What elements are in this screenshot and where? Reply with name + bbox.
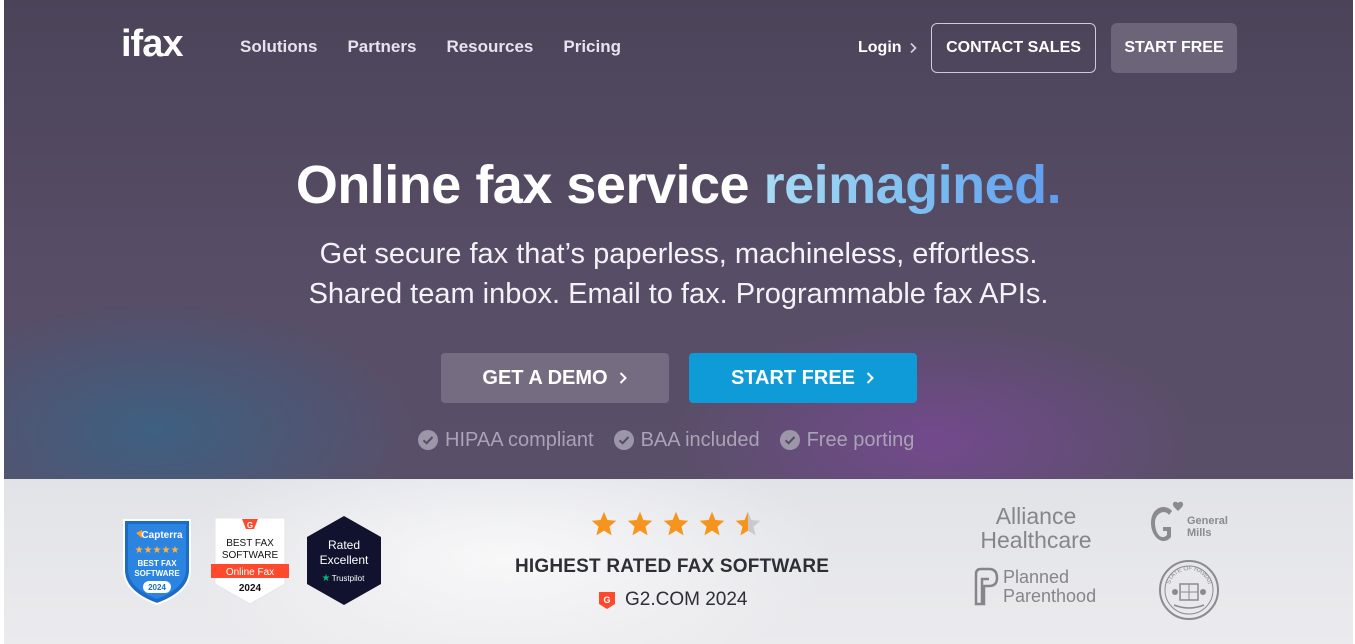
g2-logo-icon: G bbox=[599, 592, 615, 609]
star-icon bbox=[591, 511, 617, 536]
ifax-logo[interactable]: ifax bbox=[121, 24, 183, 64]
pp-line1: Planned bbox=[1003, 567, 1069, 587]
main-nav: Solutions Partners Resources Pricing bbox=[240, 36, 621, 58]
capterra-badge: Capterra ★★★★★ BEST FAX SOFTWARE 2024 bbox=[123, 519, 191, 606]
capterra-year: 2024 bbox=[148, 583, 166, 592]
feature-item: Free porting bbox=[779, 428, 915, 452]
nav-solutions[interactable]: Solutions bbox=[240, 36, 317, 58]
g2-line2: SOFTWARE bbox=[222, 550, 279, 561]
headline-main: Online fax service bbox=[295, 155, 750, 215]
highest-rated-label: HIGHEST RATED FAX SOFTWARE bbox=[515, 556, 830, 577]
chevron-right-icon bbox=[866, 372, 874, 384]
feature-list: HIPAA compliant BAA included Free portin… bbox=[418, 428, 914, 452]
feature-label: BAA included bbox=[640, 429, 760, 451]
g2-ribbon: Online Fax bbox=[226, 567, 274, 578]
check-circle-icon bbox=[418, 430, 438, 450]
capterra-stars: ★★★★★ bbox=[135, 545, 180, 556]
g2-line1: BEST FAX bbox=[226, 538, 274, 549]
hero-section: ifax Solutions Partners Resources Pricin… bbox=[4, 0, 1353, 479]
nav-partners[interactable]: Partners bbox=[347, 36, 416, 58]
capterra-line2: SOFTWARE bbox=[134, 569, 180, 578]
check-circle-icon bbox=[779, 430, 800, 450]
start-free-hero-button[interactable]: START FREE bbox=[689, 353, 917, 403]
nav-pricing[interactable]: Pricing bbox=[563, 36, 621, 58]
g2-mark: G bbox=[247, 521, 253, 530]
login-label: Login bbox=[858, 39, 902, 56]
hero-headline: Online fax service reimagined. bbox=[4, 152, 1353, 218]
g2-year: 2024 bbox=[239, 583, 262, 594]
trustpilot-brand: Trustpilot bbox=[332, 574, 365, 583]
star-icon bbox=[663, 511, 689, 536]
feature-item: BAA included bbox=[613, 428, 760, 452]
hero-subline-1: Get secure fax that’s paperless, machine… bbox=[319, 238, 1038, 270]
check-circle-icon bbox=[613, 430, 634, 450]
chevron-right-icon bbox=[619, 372, 627, 384]
pp-line2: Parenthood bbox=[1003, 586, 1096, 606]
feature-label: HIPAA compliant bbox=[445, 429, 594, 451]
g2-source: G G2.COM 2024 bbox=[597, 589, 748, 611]
star-half-icon bbox=[735, 511, 761, 536]
planned-parenthood-logo: Planned Parenthood bbox=[974, 567, 1096, 606]
trustpilot-line1: Rated bbox=[328, 538, 360, 552]
capterra-line1: BEST FAX bbox=[137, 559, 177, 568]
svg-text:G: G bbox=[603, 595, 610, 605]
g2-source-label: G2.COM 2024 bbox=[625, 589, 748, 610]
star-icon bbox=[699, 511, 725, 536]
start-free-nav-button[interactable]: START FREE bbox=[1111, 23, 1237, 73]
state-seal-logo: STATE OF HAWAII bbox=[1159, 560, 1219, 620]
nav-resources[interactable]: Resources bbox=[446, 36, 533, 58]
start-free-label: START FREE bbox=[730, 366, 856, 389]
feature-label: Free porting bbox=[806, 429, 915, 451]
rating-stars bbox=[590, 510, 762, 538]
get-demo-label: GET A DEMO bbox=[482, 366, 608, 389]
contact-sales-button[interactable]: CONTACT SALES bbox=[931, 23, 1096, 73]
gm-line2: Mills bbox=[1187, 527, 1211, 539]
headline-accent: reimagined. bbox=[763, 155, 1062, 215]
chevron-right-icon bbox=[909, 42, 917, 54]
trustpilot-badge: Rated Excellent ★ Trustpilot bbox=[307, 516, 381, 605]
general-mills-logo: General Mills bbox=[1151, 501, 1228, 542]
feature-item: HIPAA compliant bbox=[418, 428, 594, 452]
hero-subline-2: Shared team inbox. Email to fax. Program… bbox=[308, 278, 1049, 310]
seal-label: STATE OF HAWAII bbox=[1166, 566, 1212, 586]
login-link[interactable]: Login bbox=[858, 38, 918, 58]
star-icon bbox=[627, 511, 653, 536]
trustpilot-line2: Excellent bbox=[320, 553, 369, 567]
alliance-healthcare-logo: Alliance Healthcare bbox=[973, 504, 1099, 552]
g2-badge: G BEST FAX SOFTWARE Online Fax 2024 bbox=[211, 517, 289, 605]
trustpilot-star-icon: ★ bbox=[322, 573, 331, 584]
capterra-brand: Capterra bbox=[141, 530, 183, 541]
alliance-line1: Alliance bbox=[995, 503, 1077, 529]
get-demo-button[interactable]: GET A DEMO bbox=[441, 353, 669, 403]
gm-line1: General bbox=[1187, 515, 1228, 527]
alliance-line2: Healthcare bbox=[980, 527, 1092, 553]
